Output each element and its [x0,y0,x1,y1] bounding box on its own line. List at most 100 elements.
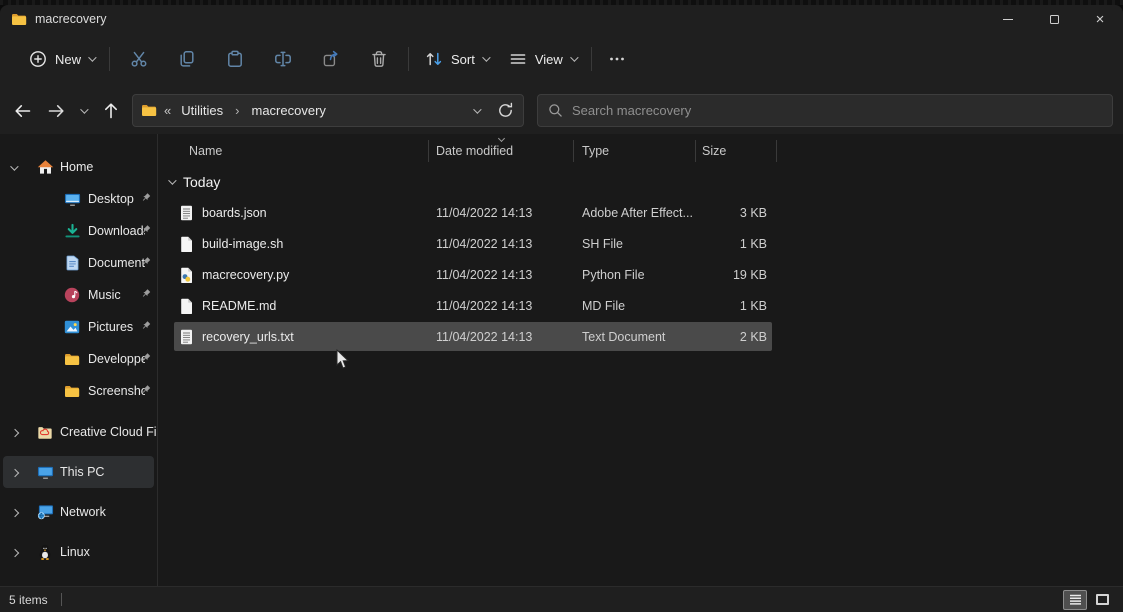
column-header-name[interactable]: Name [189,144,222,158]
rename-button[interactable] [259,41,307,77]
sidebar-item[interactable]: Pictures [0,311,157,343]
chevron-down-icon [570,53,578,61]
up-arrow-icon [101,101,121,121]
view-button[interactable]: View [498,42,586,76]
sidebar-item[interactable]: Music [0,279,157,311]
plain-doc-icon [180,236,194,252]
new-button-label: New [55,52,81,67]
column-divider[interactable] [695,140,696,162]
file-size: 1 KB [658,237,767,251]
file-name: build-image.sh [202,237,283,251]
folder-icon [63,350,81,368]
sidebar-item-label: Screenshots [88,384,145,398]
new-button[interactable]: New [18,42,104,76]
tab-title: macrecovery [35,12,107,26]
sidebar-item-label: Documents [88,256,145,270]
file-size: 1 KB [658,299,767,313]
back-button[interactable] [6,94,39,127]
sidebar-item[interactable]: Desktop [0,183,157,215]
more-options-button[interactable] [597,41,637,77]
file-name: recovery_urls.txt [202,330,294,344]
column-divider[interactable] [776,140,777,162]
search-icon [547,102,564,119]
details-view-icon [1069,594,1082,605]
share-button[interactable] [307,41,355,77]
pin-icon [141,224,151,238]
recent-locations-button[interactable] [72,94,94,127]
file-row[interactable]: boards.json11/04/2022 14:13Adobe After E… [158,197,1123,228]
column-header-type[interactable]: Type [582,144,609,158]
address-dropdown-chevron-icon[interactable] [473,105,481,113]
sidebar-item[interactable]: Linux [0,532,157,572]
folder-icon [141,104,157,117]
maximize-button[interactable] [1031,5,1077,33]
chevron-right-icon [11,429,19,437]
pin-icon [141,288,151,302]
sidebar-item[interactable]: Developpement [0,343,157,375]
paste-icon [225,49,245,69]
pin-icon [141,384,151,398]
forward-button[interactable] [39,94,72,127]
column-header-date-modified[interactable]: Date modified [436,144,513,158]
collapsed-path-button[interactable]: « [164,103,171,118]
sidebar-item-label: Pictures [88,320,133,334]
folder-tab[interactable]: macrecovery [0,12,107,26]
music-icon [63,286,81,304]
folder-icon [63,382,81,400]
chevron-down-icon [482,53,490,61]
refresh-button[interactable] [496,101,515,120]
copy-icon [177,49,197,69]
breadcrumb-utilities[interactable]: Utilities [178,103,226,118]
sidebar-item[interactable]: Screenshots [0,375,157,407]
file-type: MD File [582,299,625,313]
column-divider[interactable] [428,140,429,162]
file-name: macrecovery.py [202,268,289,282]
sort-indicator-chevron-icon [498,135,505,142]
breadcrumb-macrecovery[interactable]: macrecovery [248,103,328,118]
file-size: 3 KB [658,206,767,220]
minimize-button[interactable] [985,5,1031,33]
sidebar-item[interactable]: Downloads [0,215,157,247]
details-view-button[interactable] [1063,590,1087,610]
cut-button[interactable] [115,41,163,77]
sidebar-item-label: This PC [60,465,104,479]
sidebar-item[interactable]: This PC [0,452,157,492]
large-icons-view-button[interactable] [1090,590,1114,610]
sidebar-item[interactable]: Documents [0,247,157,279]
close-button[interactable]: × [1077,5,1123,33]
ellipsis-icon [607,49,627,69]
share-icon [321,49,341,69]
file-row[interactable]: build-image.sh11/04/2022 14:13SH File1 K… [158,228,1123,259]
up-button[interactable] [94,94,127,127]
chevron-right-icon [11,549,19,557]
sidebar-tree-section: Creative Cloud Files This PC NetworkLinux [0,412,157,572]
delete-button[interactable] [355,41,403,77]
paste-button[interactable] [211,41,259,77]
group-header-today[interactable]: Today [158,167,1123,197]
sidebar-item[interactable]: Creative Cloud Files [0,412,157,452]
sidebar-item-label: Downloads [88,224,145,238]
file-row[interactable]: macrecovery.py11/04/2022 14:13Python Fil… [158,259,1123,290]
column-header-size[interactable]: Size [702,144,726,158]
pin-icon [141,352,151,366]
file-date-modified: 11/04/2022 14:13 [436,237,532,251]
sort-button[interactable]: Sort [414,42,498,76]
pin-icon [141,192,151,206]
cut-icon [129,49,149,69]
search-input[interactable] [572,103,1103,118]
sidebar-item-label: Developpement [88,352,145,366]
sort-arrows-icon [424,49,444,69]
sidebar-item[interactable]: Network [0,492,157,532]
command-bar: New Sort View [0,33,1123,85]
address-bar[interactable]: « Utilities › macrecovery [132,94,524,127]
file-row[interactable]: recovery_urls.txt11/04/2022 14:13Text Do… [158,321,1123,352]
search-box[interactable] [537,94,1113,127]
column-divider[interactable] [573,140,574,162]
sidebar-pinned-section: Desktop Downloads Documents Music Pictures De… [0,183,157,407]
column-headers: Name Date modified Type Size [158,134,1123,167]
file-date-modified: 11/04/2022 14:13 [436,299,532,313]
copy-button[interactable] [163,41,211,77]
file-row[interactable]: README.md11/04/2022 14:13MD File1 KB [158,290,1123,321]
file-date-modified: 11/04/2022 14:13 [436,268,532,282]
sidebar-item-home[interactable]: Home [0,151,157,183]
